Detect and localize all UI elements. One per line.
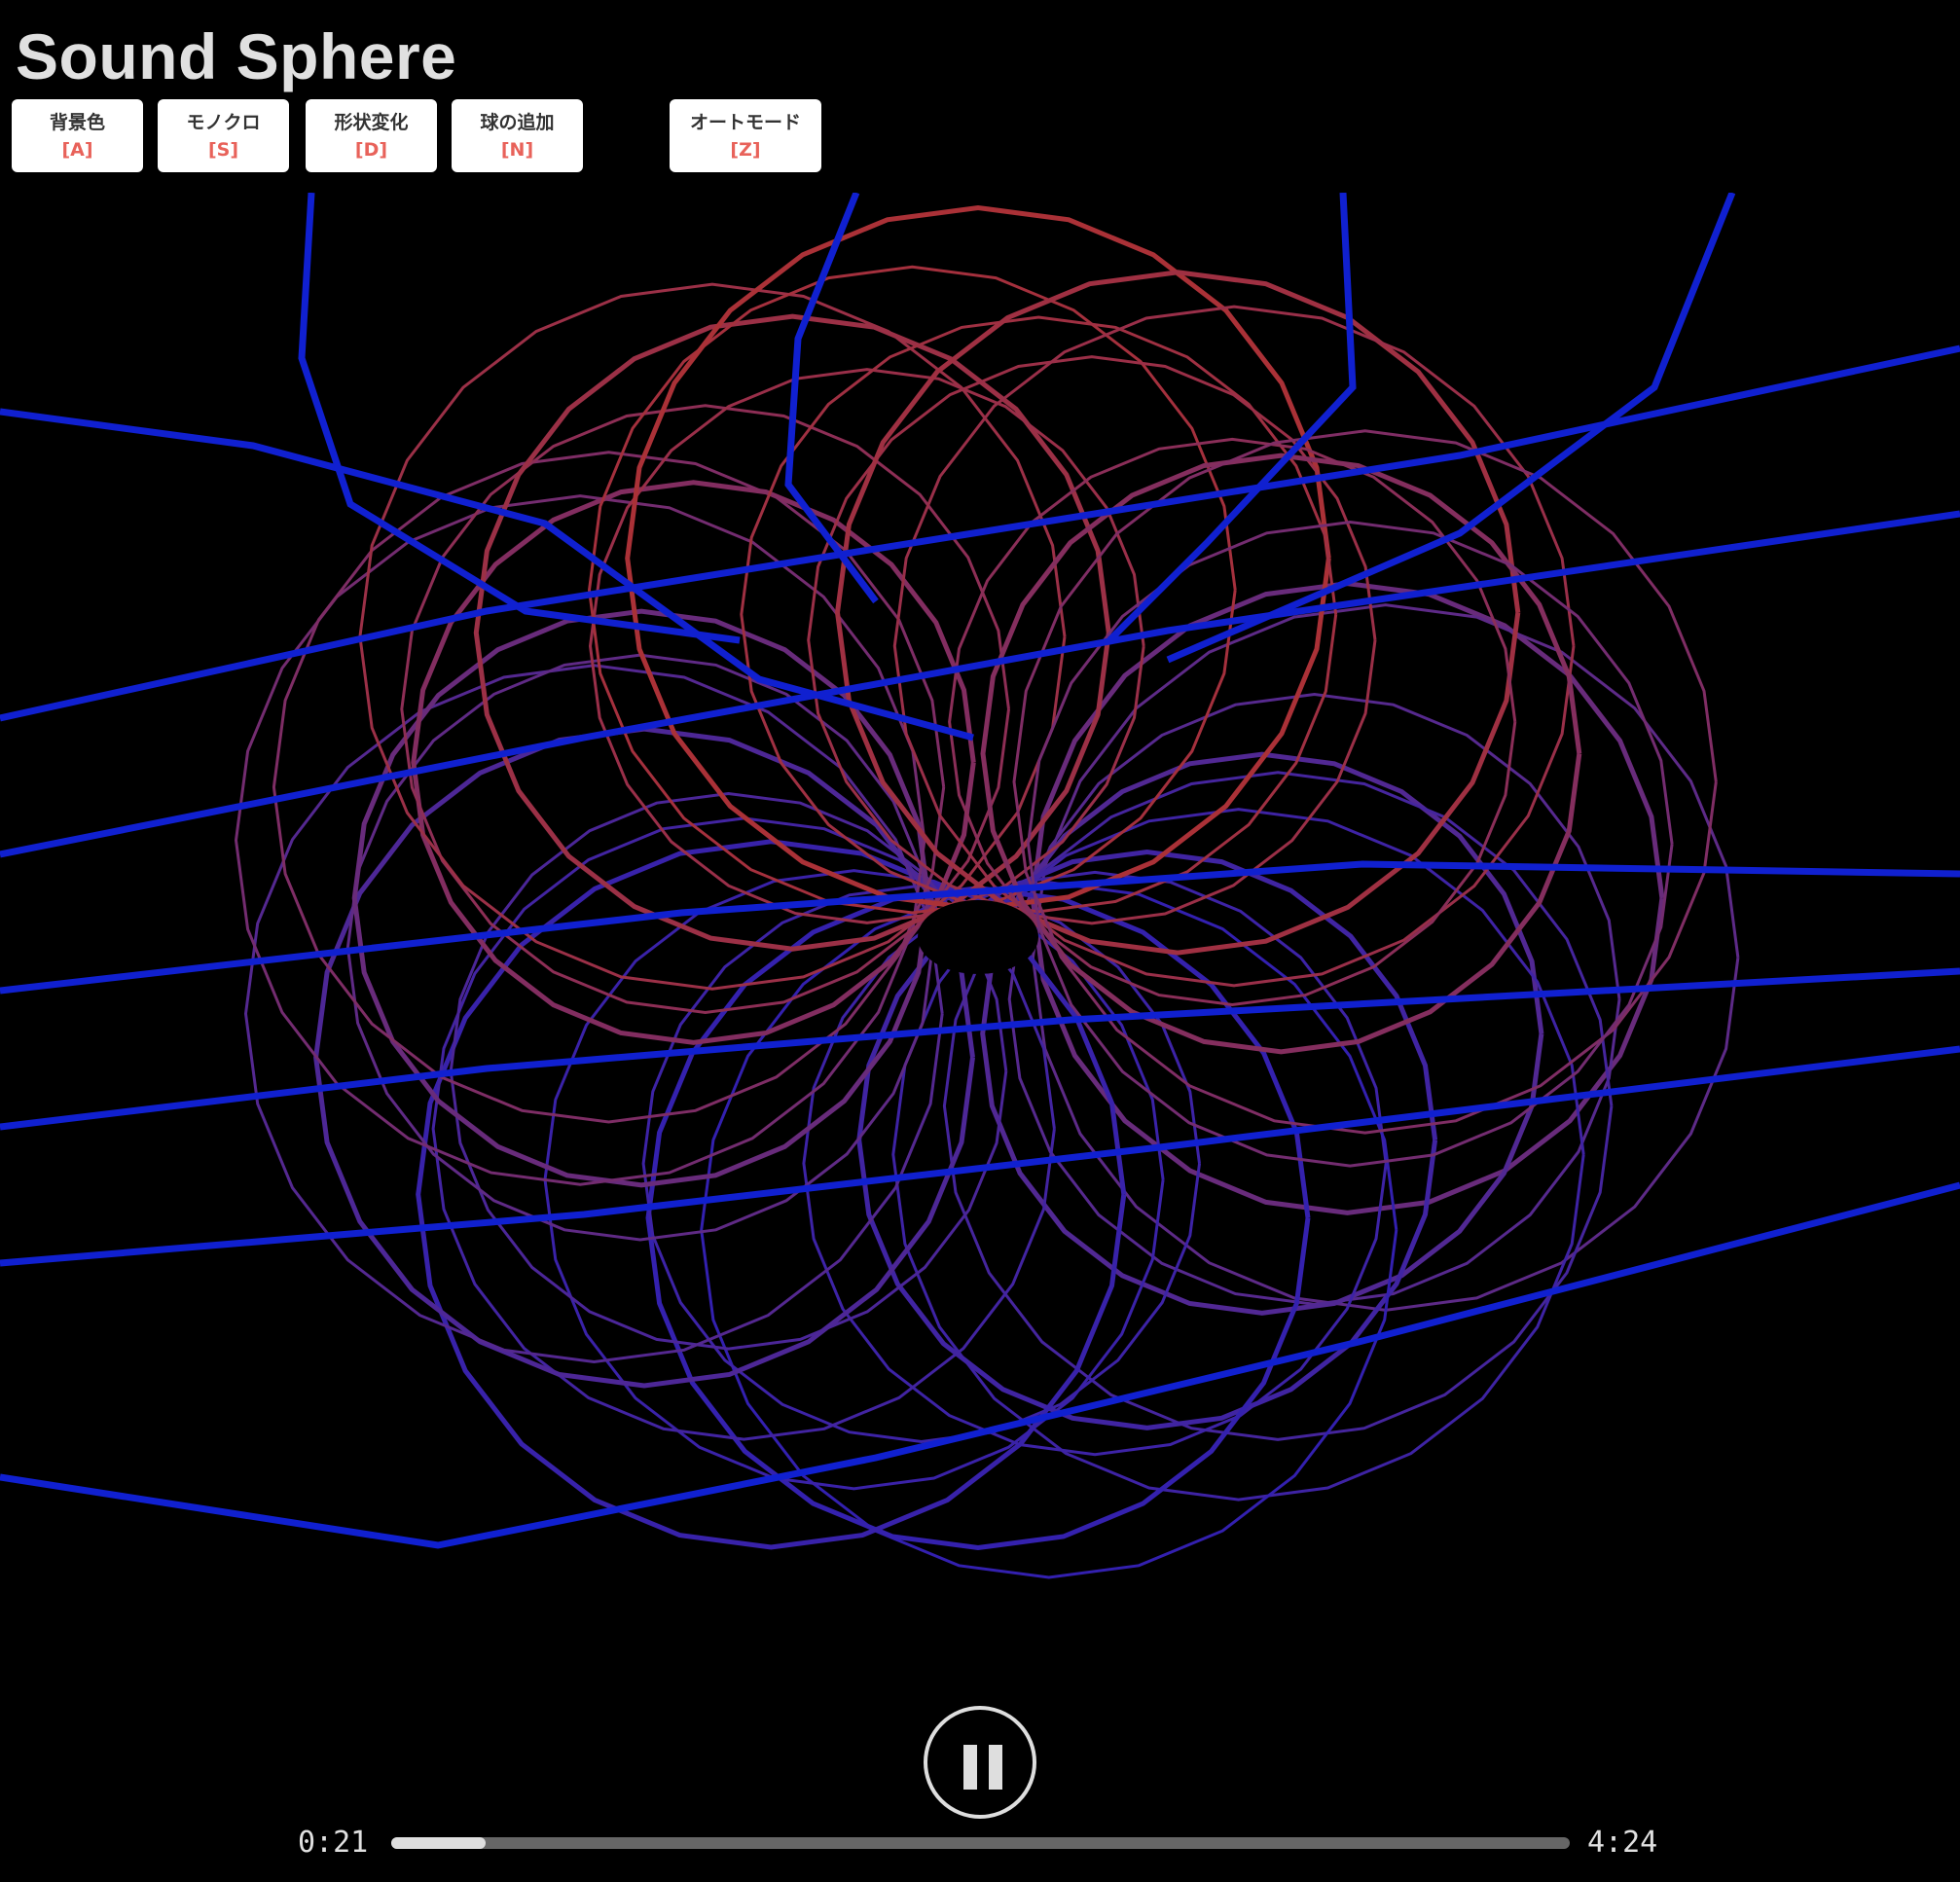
total-time: 4:24 bbox=[1587, 1826, 1658, 1860]
wire-strand bbox=[1107, 193, 1357, 643]
current-time: 0:21 bbox=[298, 1826, 369, 1860]
wire-ring bbox=[834, 270, 1521, 956]
wire-strand bbox=[0, 1045, 1960, 1267]
button-label: オートモード bbox=[689, 111, 801, 133]
progress-fill bbox=[391, 1837, 486, 1849]
shortcut-key: [D] bbox=[354, 138, 388, 161]
app-title: Sound Sphere bbox=[16, 20, 457, 92]
button-label: モノクロ bbox=[186, 111, 261, 133]
wire-ring bbox=[625, 204, 1331, 912]
play-pause-button[interactable] bbox=[924, 1706, 1036, 1819]
visualization-canvas[interactable] bbox=[0, 193, 1960, 1686]
background-color-button[interactable]: 背景色 [A] bbox=[12, 99, 143, 172]
shortcut-key: [N] bbox=[500, 138, 534, 161]
add-sphere-button[interactable]: 球の追加 [N] bbox=[452, 99, 583, 172]
button-label: 背景色 bbox=[49, 111, 105, 133]
shortcut-key: [S] bbox=[207, 138, 239, 161]
pause-icon-bar bbox=[989, 1745, 1002, 1790]
shortcut-key: [A] bbox=[61, 138, 93, 161]
auto-mode-button[interactable]: オートモード [Z] bbox=[670, 99, 821, 172]
button-label: 球の追加 bbox=[480, 111, 555, 133]
wire-ring bbox=[641, 884, 1201, 1444]
monochrome-button[interactable]: モノクロ [S] bbox=[158, 99, 289, 172]
shape-change-button[interactable]: 形状変化 [D] bbox=[306, 99, 437, 172]
center-hole bbox=[918, 900, 1038, 974]
sphere-wireframe bbox=[0, 193, 1960, 1579]
progress-bar[interactable] bbox=[391, 1837, 1570, 1849]
button-label: 形状変化 bbox=[334, 111, 409, 133]
shortcut-key: [Z] bbox=[730, 138, 761, 161]
pause-icon bbox=[963, 1745, 977, 1790]
wire-strand bbox=[0, 967, 1960, 1131]
